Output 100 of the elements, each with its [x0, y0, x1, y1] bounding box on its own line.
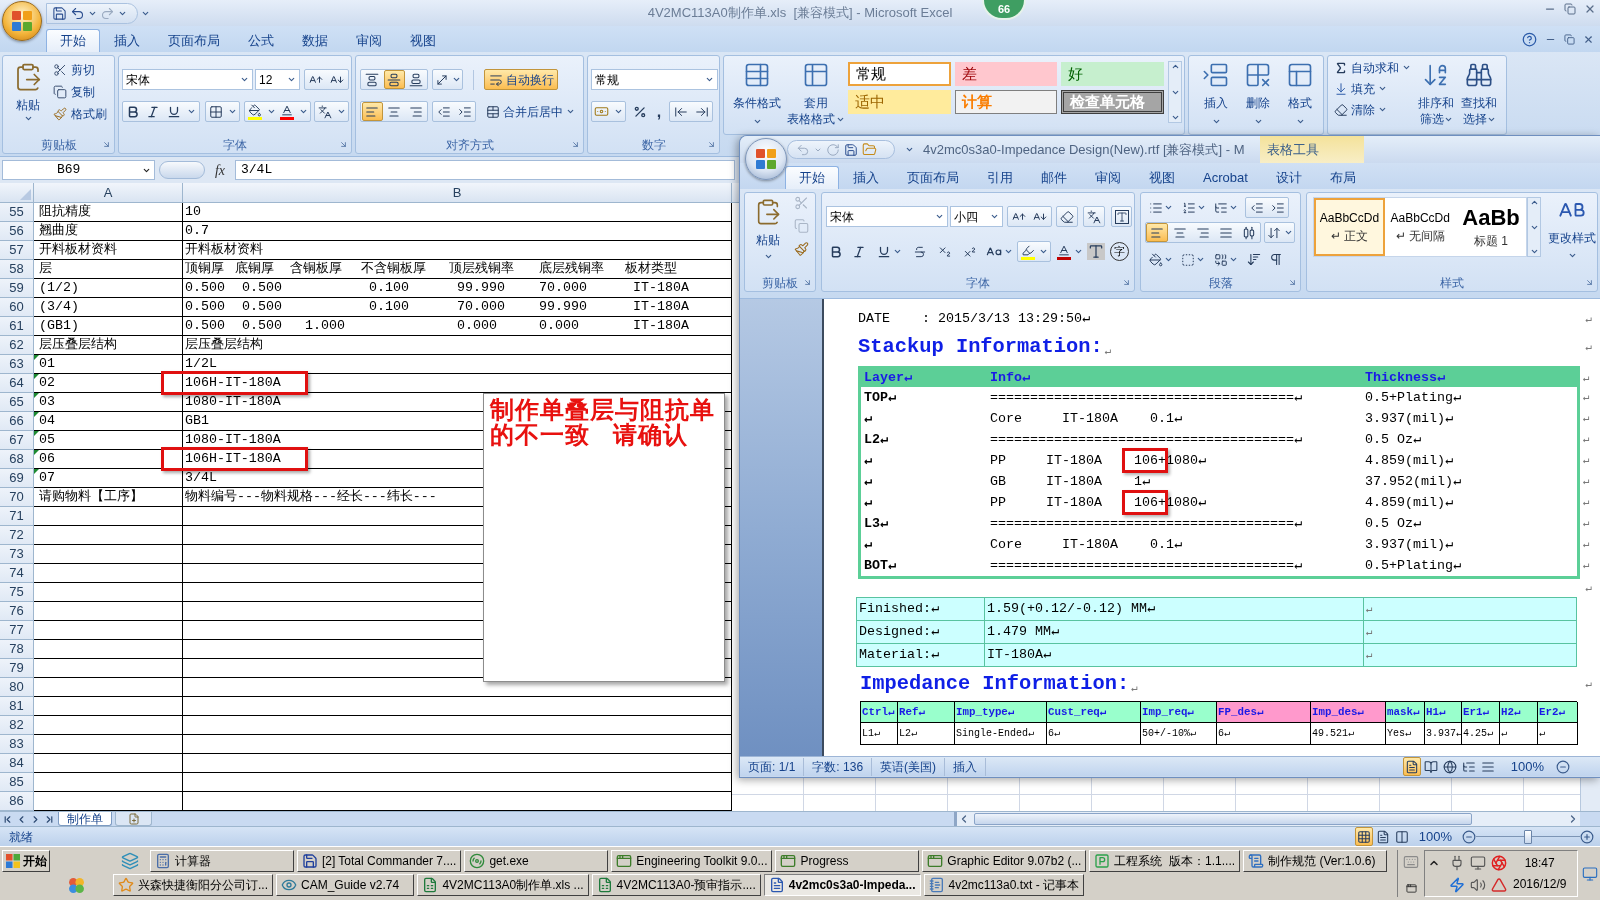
ribbon-tab[interactable]: 审阅 — [1081, 166, 1135, 189]
restore-icon[interactable] — [1564, 33, 1575, 45]
taskbar-button[interactable]: 4v2mc0s3a0-Impeda... — [763, 874, 921, 896]
colorful-circles-icon[interactable] — [68, 876, 85, 894]
formula-bar-handle[interactable] — [159, 161, 205, 179]
up-down-arrows-icon[interactable] — [1266, 225, 1281, 240]
dialog-launcher-icon[interactable] — [102, 140, 111, 149]
list-tree-icon[interactable] — [1214, 200, 1228, 215]
file-plus-icon[interactable] — [127, 812, 140, 825]
ribbon-tab[interactable]: 页面布局 — [893, 166, 973, 189]
diagonal-arrow-icon[interactable] — [434, 72, 449, 87]
cells-button[interactable]: 插入 — [1195, 61, 1237, 126]
format-painter-button[interactable]: 格式刷 — [53, 103, 107, 124]
horizontal-scrollbar[interactable] — [954, 812, 1580, 826]
paste-button[interactable]: 粘贴 — [3, 56, 53, 136]
row-number[interactable]: 69 — [0, 469, 34, 488]
font-name-field[interactable]: 宋体 — [826, 206, 948, 227]
font-name-field[interactable]: 宋体 — [122, 69, 253, 90]
style-item[interactable]: AaBb 标题 1 — [1455, 198, 1527, 256]
align-left-button[interactable] — [361, 102, 383, 121]
taskbar-button[interactable]: 4V2MC113A0制作单.xls ... — [417, 874, 589, 896]
sort-filter-button[interactable]: 排序和 筛选 — [1416, 57, 1456, 125]
ribbon-tab[interactable]: 数据 — [288, 29, 342, 52]
decrease-indent-icon[interactable] — [436, 104, 451, 119]
row-number[interactable]: 58 — [0, 260, 34, 279]
merge-center-button[interactable]: 合并后居中 — [486, 101, 578, 122]
copy-icon[interactable] — [53, 84, 67, 99]
italic-icon[interactable] — [146, 104, 161, 119]
zoom-slider[interactable] — [1476, 829, 1580, 844]
language-indicator[interactable]: 英语(美国) — [872, 757, 946, 776]
row-number[interactable]: 63 — [0, 355, 34, 374]
arrow-left-bar-icon[interactable] — [673, 104, 688, 119]
align-middle-button[interactable] — [383, 70, 405, 89]
cell-style-item[interactable]: 常规 — [848, 62, 951, 86]
taskbar-button[interactable]: 制作规范 (Ver:1.0.6) — [1243, 850, 1387, 872]
ribbon-tab[interactable]: 插入 — [100, 29, 154, 52]
insert-sheet-button[interactable] — [115, 812, 152, 826]
row-number[interactable]: 79 — [0, 659, 34, 678]
row-number[interactable]: 55 — [0, 203, 34, 222]
row-number[interactable]: 74 — [0, 564, 34, 583]
dialog-launcher-icon[interactable] — [571, 140, 580, 149]
page-count[interactable]: 页面: 1/1 — [740, 757, 805, 776]
merge-cells-icon[interactable] — [486, 104, 500, 119]
scroll-up-icon[interactable] — [1529, 198, 1539, 207]
style-item[interactable]: AaBbCcDd ↵ 无间隔 — [1384, 198, 1456, 256]
zoom-out-icon[interactable] — [1556, 759, 1570, 774]
row-number[interactable]: 70 — [0, 488, 34, 507]
sigma-icon[interactable] — [1334, 60, 1348, 75]
taskbar-button[interactable]: 4v2mc113a0.txt - 记事本 — [923, 874, 1084, 896]
triangle-icon[interactable] — [1491, 876, 1507, 893]
translate-icon[interactable] — [317, 104, 332, 119]
row-number[interactable]: 57 — [0, 241, 34, 260]
start-button[interactable]: 开始 — [2, 850, 50, 872]
change-styles-button[interactable]: 更改样式 — [1547, 197, 1597, 260]
row-number[interactable]: 75 — [0, 583, 34, 602]
paste-button[interactable]: 粘贴 — [745, 193, 791, 274]
ribbon-tab[interactable]: 视图 — [1135, 166, 1189, 189]
close-icon[interactable] — [1584, 3, 1596, 15]
conditional-format-button[interactable]: 条件格式 — [728, 61, 786, 126]
shaded-letter-icon[interactable] — [1087, 243, 1105, 260]
close-icon[interactable] — [1583, 33, 1594, 45]
taskbar-button[interactable]: 计算器 — [150, 850, 294, 872]
wrap-text-button[interactable]: 自动换行 — [484, 69, 558, 90]
row-number[interactable]: 71 — [0, 507, 34, 526]
cells-button[interactable]: 格式 — [1279, 61, 1321, 126]
fill-button[interactable]: 填充 — [1334, 78, 1416, 99]
paintbrush-icon[interactable] — [53, 106, 67, 121]
font-size-field[interactable]: 小四 — [950, 206, 1003, 227]
row-number[interactable]: 72 — [0, 526, 34, 545]
paintbrush-icon[interactable] — [794, 241, 809, 257]
cell-style-item[interactable]: 好 — [1061, 62, 1164, 86]
row-number[interactable]: 78 — [0, 640, 34, 659]
column-header[interactable]: B — [183, 183, 732, 203]
column-header[interactable]: A — [34, 183, 183, 203]
number-format-field[interactable]: 常规 — [591, 69, 718, 90]
taskbar-button[interactable]: Progress — [775, 850, 920, 872]
style-item[interactable]: AaBbCcDd ↵ 正文 — [1314, 198, 1385, 256]
ribbon-tab[interactable]: 开始 — [785, 166, 839, 189]
scrollbar-thumb[interactable] — [974, 813, 1472, 825]
align-left-button[interactable] — [1146, 223, 1169, 242]
row-number[interactable]: 76 — [0, 602, 34, 621]
row-number[interactable]: 68 — [0, 450, 34, 469]
taskbar-button[interactable]: get.exe — [464, 850, 609, 872]
monitor-icon[interactable] — [1470, 854, 1486, 871]
numbered-list-icon[interactable] — [1182, 200, 1196, 215]
row-number[interactable]: 81 — [0, 697, 34, 716]
row-number[interactable]: 59 — [0, 279, 34, 298]
dialog-launcher-icon[interactable] — [1122, 278, 1131, 287]
row-number[interactable]: 56 — [0, 222, 34, 241]
clock-time[interactable]: 18:47 — [1524, 852, 1555, 874]
grid-icon[interactable] — [208, 104, 223, 119]
sheet-tab[interactable]: 制作单 — [58, 812, 112, 826]
normal-view-button[interactable] — [1354, 827, 1373, 846]
eraser-icon[interactable] — [1334, 102, 1348, 117]
ribbon-tab[interactable]: 邮件 — [1027, 166, 1081, 189]
taskbar-button[interactable]: CAM_Guide v2.74 — [276, 874, 415, 896]
row-number[interactable]: 60 — [0, 298, 34, 317]
clock-date[interactable]: 2016/12/9 — [1513, 873, 1567, 895]
row-number[interactable]: 66 — [0, 412, 34, 431]
comma-style-button[interactable]: , — [653, 101, 665, 122]
